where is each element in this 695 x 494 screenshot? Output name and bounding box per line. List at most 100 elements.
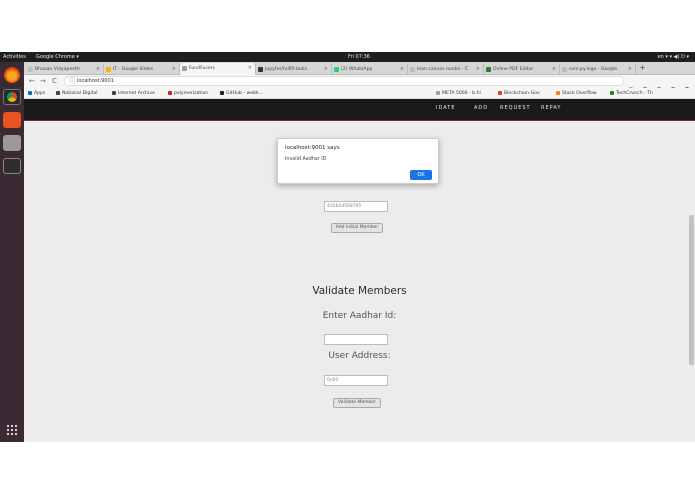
bookmark-label: TechCrunch - Th [616, 91, 653, 96]
nav-link-repay[interactable]: REPAY [541, 105, 561, 111]
bookmark-label: META 5000 - b.hi [442, 91, 481, 96]
bookmark-label: Stack Overflow [562, 91, 597, 96]
browser-toolbar: ← → C ⓘ localhost:9001 [24, 75, 695, 112]
back-button[interactable]: ← [29, 76, 35, 87]
stackoverflow-icon [556, 91, 560, 95]
tab-favicon-icon [182, 66, 187, 71]
forward-button[interactable]: → [40, 76, 46, 87]
tab-label: Jupyter/fullfil-tools [265, 67, 307, 72]
tab-4[interactable]: (2) WhatsApp × [332, 64, 408, 75]
adhar-input[interactable]: 435624568795 [324, 201, 388, 212]
bookmark-favicon-icon [168, 91, 172, 95]
aadhar-input[interactable] [324, 334, 388, 345]
page-scrollbar[interactable] [689, 215, 694, 365]
show-apps-icon[interactable] [6, 424, 18, 436]
tab-favicon-icon [28, 67, 33, 72]
tab-1[interactable]: IT - Google Slides × [104, 64, 180, 75]
add-initial-member-button[interactable]: Add Initial Member [331, 223, 383, 233]
tab-label: FundFusers [189, 66, 215, 71]
tab-strip: Bhavan Vidyapeeth × IT - Google Slides ×… [24, 62, 695, 75]
tab-favicon-icon [334, 67, 339, 72]
system-top-bar: Activities Google Chrome ▾ Fri 07:36 en … [0, 52, 695, 62]
activities-button[interactable]: Activities [3, 52, 26, 62]
aadhar-label: Enter Aadhar Id: [322, 311, 397, 321]
validate-member-button[interactable]: Validate Member [333, 398, 381, 408]
dialog-title: localhost:9001 says [285, 145, 340, 151]
close-icon[interactable]: × [552, 64, 556, 75]
bookmark-item[interactable]: Blockchain-Gov [498, 88, 540, 99]
tab-favicon-icon [486, 67, 491, 72]
close-icon[interactable]: × [400, 64, 404, 75]
bookmark-label: Apps [34, 91, 46, 96]
bookmark-favicon-icon [436, 91, 440, 95]
close-icon[interactable]: × [172, 64, 176, 75]
tab-5[interactable]: lean canvas model - C × [408, 64, 484, 75]
tab-label: Online PDF Editor [493, 67, 534, 72]
files-icon[interactable] [3, 135, 21, 151]
url-text: localhost:9001 [77, 78, 114, 84]
terminal-icon[interactable] [3, 158, 21, 174]
bookmark-item[interactable]: National Digital [56, 88, 98, 99]
tab-3[interactable]: Jupyter/fullfil-tools × [256, 64, 332, 75]
user-address-label: User Address: [328, 351, 391, 361]
bookmark-item[interactable]: polymerization [168, 88, 208, 99]
bookmark-label: polymerization [174, 91, 209, 96]
bookmark-item[interactable]: Apps [28, 88, 45, 99]
reload-button[interactable]: C [52, 76, 57, 87]
close-icon[interactable]: × [628, 64, 632, 75]
bookmark-label: Blockchain-Gov [504, 91, 540, 96]
launcher-dock [0, 62, 24, 442]
ok-button[interactable]: OK [410, 170, 432, 180]
close-icon[interactable]: × [96, 64, 100, 75]
dialog-message: Invalid Aadhar ID [285, 157, 327, 162]
system-tray[interactable]: en ▾ ▾ ◀) ⏻ ▾ [658, 52, 689, 62]
screen: Activities Google Chrome ▾ Fri 07:36 en … [0, 52, 695, 442]
nav-link-request[interactable]: REQUEST [500, 105, 531, 111]
tab-label: lean canvas model - C [417, 67, 469, 72]
bookmark-favicon-icon [56, 91, 60, 95]
tab-label: Bhavan Vidyapeeth [35, 67, 80, 72]
github-icon [220, 91, 224, 95]
close-icon[interactable]: × [476, 64, 480, 75]
clock[interactable]: Fri 07:36 [348, 52, 370, 62]
bookmarks-bar: Apps National Digital Internet Archive p… [24, 88, 695, 99]
tab-label: IT - Google Slides [113, 67, 154, 72]
bookmark-item[interactable]: TechCrunch - Th [610, 88, 653, 99]
close-icon[interactable]: × [324, 64, 328, 75]
address-bar[interactable]: ⓘ localhost:9001 [64, 76, 624, 86]
tab-favicon-icon [106, 67, 111, 72]
chrome-icon[interactable] [3, 89, 21, 105]
bookmark-favicon-icon [112, 91, 116, 95]
close-icon[interactable]: × [248, 63, 252, 74]
bookmark-label: Internet Archive [118, 91, 155, 96]
validate-title: Validate Members [312, 285, 407, 297]
bookmark-item[interactable]: Stack Overflow [556, 88, 597, 99]
firefox-icon[interactable] [4, 67, 20, 83]
new-tab-button[interactable]: + [639, 62, 646, 74]
tab-6[interactable]: Online PDF Editor × [484, 64, 560, 75]
bookmark-favicon-icon [610, 91, 614, 95]
navbar-divider [24, 120, 695, 121]
tab-favicon-icon [410, 67, 415, 72]
bookmark-item[interactable]: Internet Archive [112, 88, 155, 99]
tab-label: svm.py.logo - Google [569, 67, 618, 72]
nav-link-add[interactable]: ADD [474, 105, 488, 111]
tab-favicon-icon [258, 67, 263, 72]
user-address-input[interactable]: 0x00 [324, 375, 388, 386]
bookmark-label: National Digital [62, 91, 98, 96]
tab-0[interactable]: Bhavan Vidyapeeth × [26, 64, 104, 75]
tab-7[interactable]: svm.py.logo - Google × [560, 64, 636, 75]
app-menu[interactable]: Google Chrome ▾ [36, 52, 79, 62]
tab-label: (2) WhatsApp [341, 67, 373, 72]
tab-favicon-icon [562, 67, 567, 72]
software-center-icon[interactable] [3, 112, 21, 128]
tab-2[interactable]: FundFusers × [180, 63, 256, 75]
site-navbar: IDATE ADD REQUEST REPAY [24, 99, 695, 121]
info-icon[interactable]: ⓘ [69, 76, 75, 85]
bookmark-item[interactable]: GitHub - webk… [220, 88, 263, 99]
bookmark-favicon-icon [498, 91, 502, 95]
alert-dialog: localhost:9001 says Invalid Aadhar ID OK [277, 138, 439, 184]
nav-link-validate[interactable]: IDATE [436, 105, 455, 111]
apps-icon [28, 91, 32, 95]
bookmark-item[interactable]: META 5000 - b.hi [436, 88, 481, 99]
